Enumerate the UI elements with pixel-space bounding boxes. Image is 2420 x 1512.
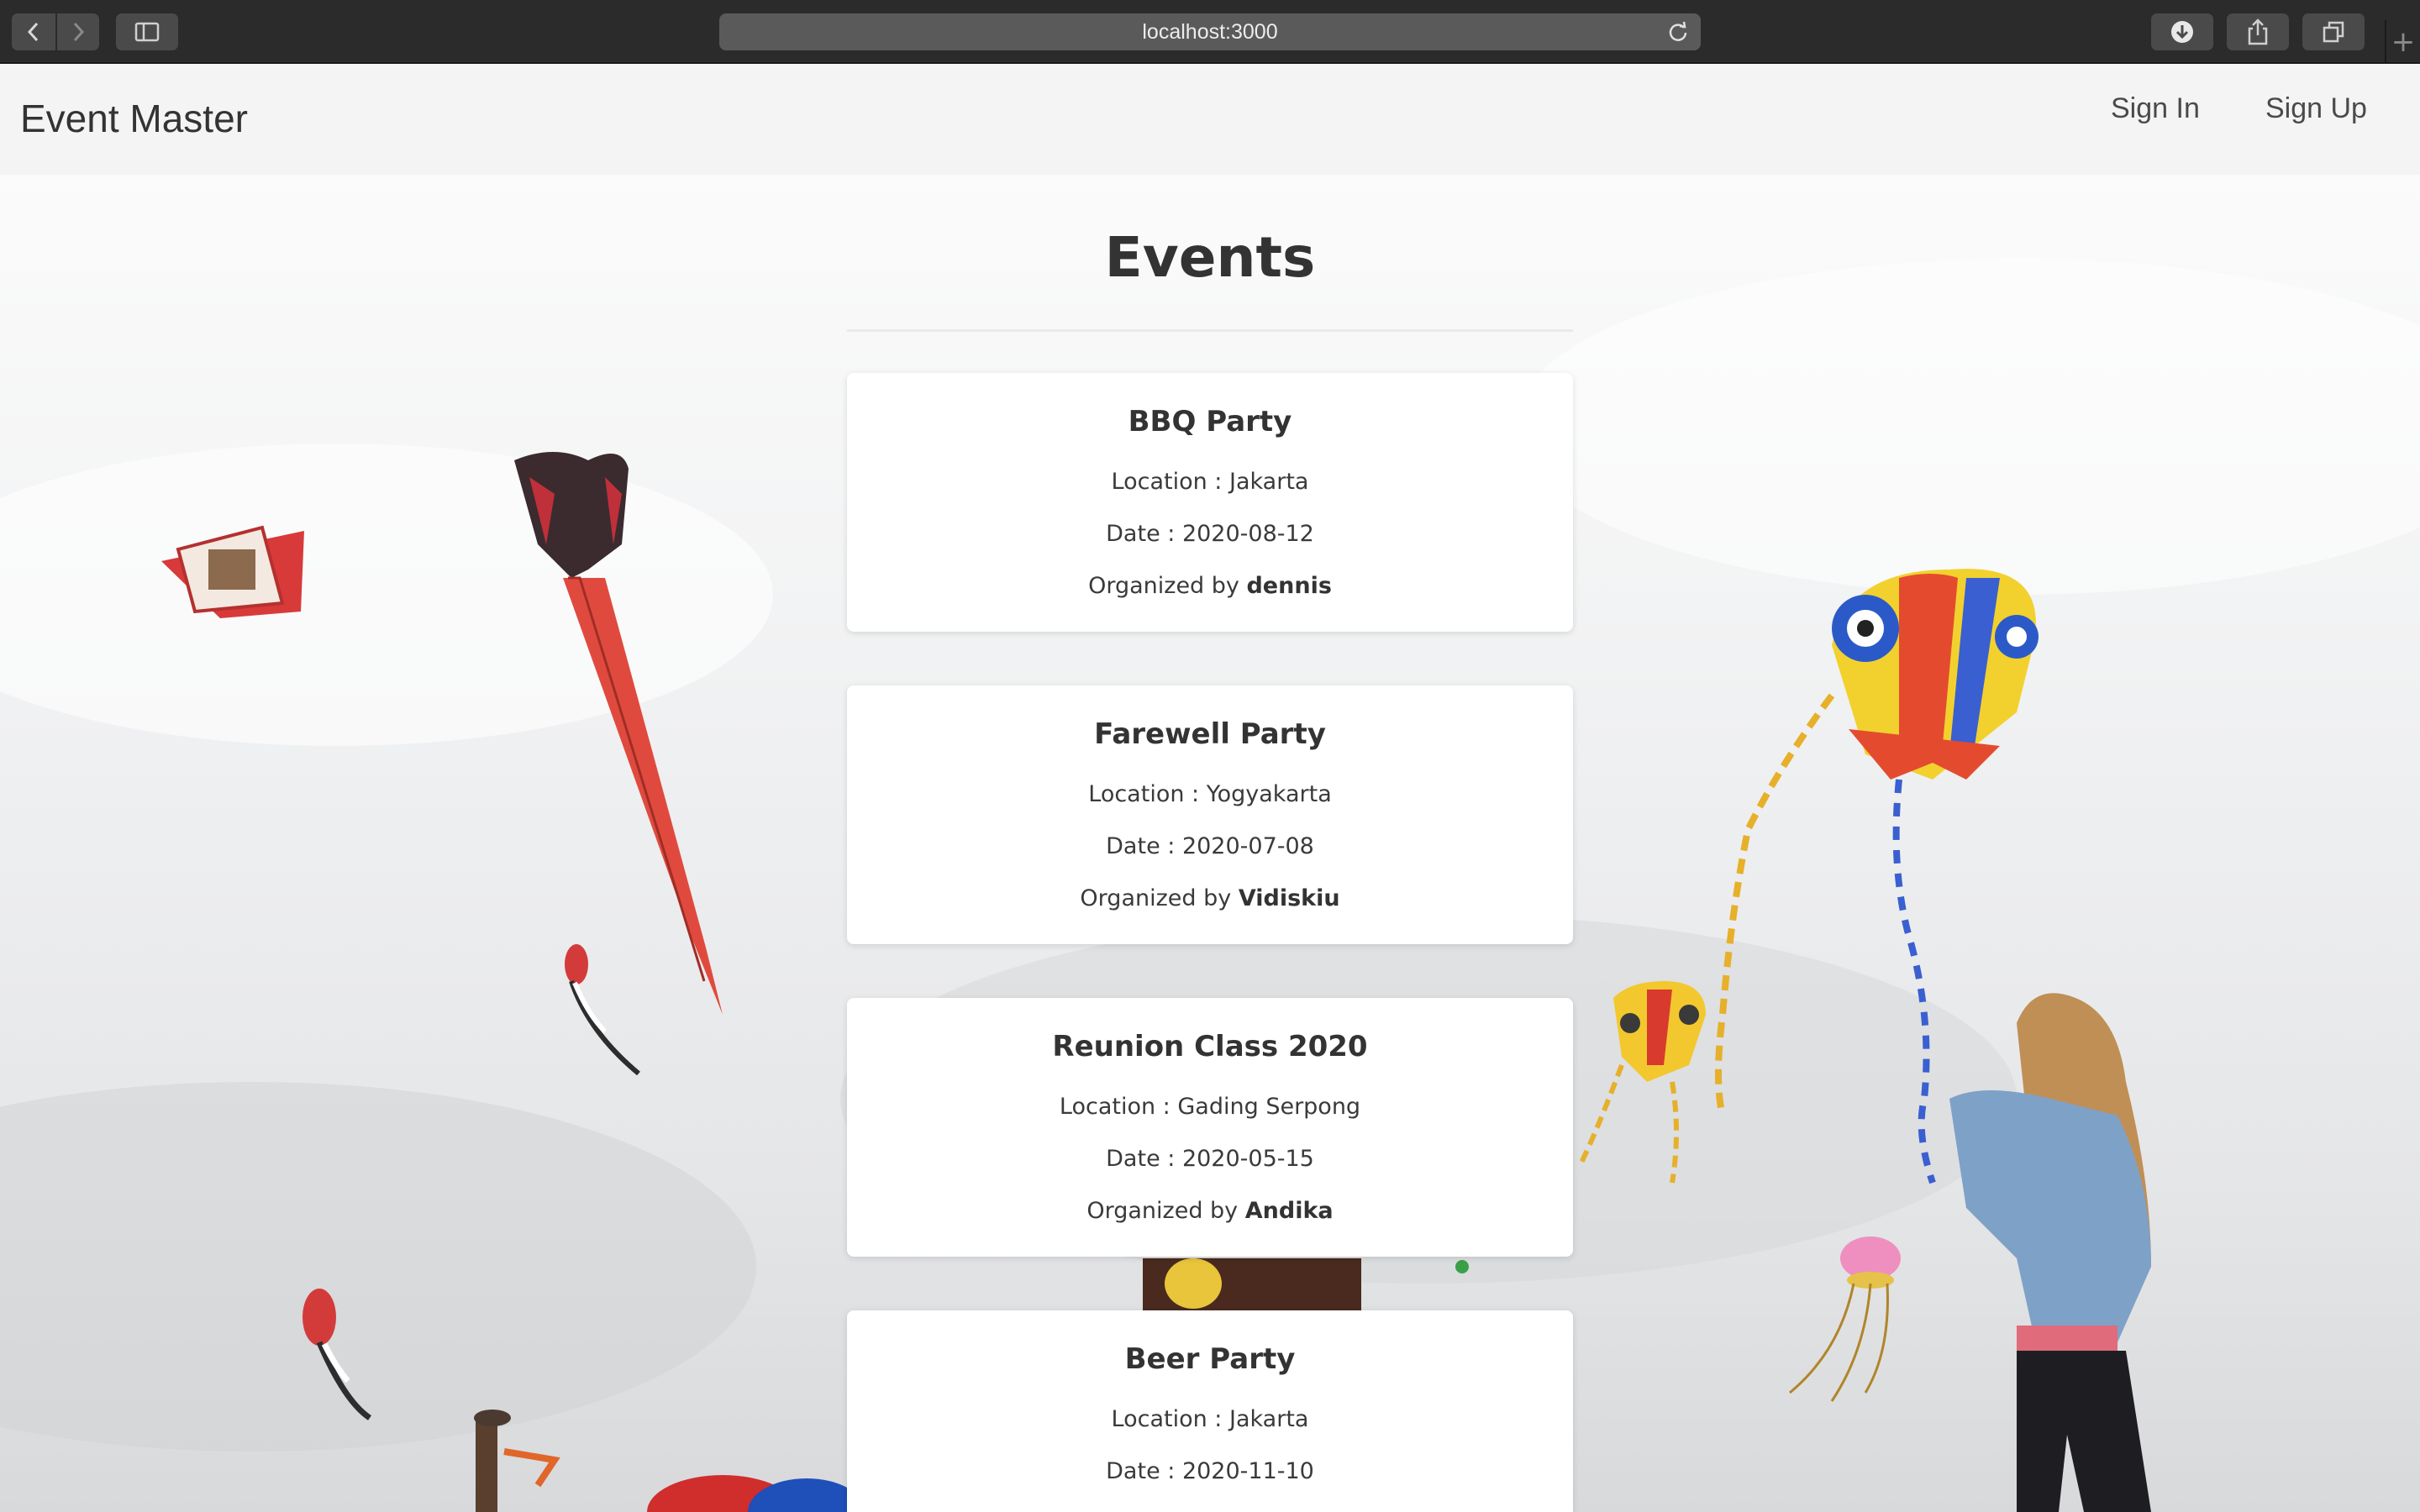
event-card[interactable]: Farewell Party Location : Yogyakarta Dat… [847, 685, 1573, 944]
tabs-button[interactable] [2302, 13, 2365, 50]
event-card[interactable]: Reunion Class 2020 Location : Gading Ser… [847, 998, 1573, 1257]
event-organizer: Organized by Andika [1086, 1198, 1334, 1224]
page-title: Events [1104, 225, 1316, 290]
sign-in-link[interactable]: Sign In [2111, 92, 2200, 125]
event-organizer: Organized by Vidiskiu [1080, 885, 1340, 911]
sidebar-icon [134, 22, 160, 42]
title-divider [847, 329, 1573, 332]
reload-icon[interactable] [1667, 21, 1689, 46]
events-content: Events BBQ Party Location : Jakarta Date… [847, 175, 1573, 1512]
event-card[interactable]: BBQ Party Location : Jakarta Date : 2020… [847, 373, 1573, 632]
event-title[interactable]: Farewell Party [847, 717, 1573, 751]
event-title[interactable]: BBQ Party [847, 405, 1573, 438]
share-button[interactable] [2227, 13, 2289, 50]
share-icon [2248, 18, 2268, 45]
event-date: Date : 2020-07-08 [1106, 833, 1314, 859]
tabs-icon [2323, 21, 2344, 43]
event-organizer: Organized by dennis [1088, 573, 1332, 599]
brand-logo[interactable]: Event Master [20, 96, 248, 141]
kite-jellyfish [1789, 1236, 1901, 1402]
event-location: Location : Jakarta [1111, 469, 1309, 495]
download-button[interactable] [2151, 13, 2213, 50]
event-location: Location : Jakarta [1111, 1406, 1309, 1432]
event-title[interactable]: Beer Party [847, 1342, 1573, 1376]
new-tab-icon[interactable]: + [2385, 20, 2420, 64]
download-icon [2171, 21, 2193, 43]
browser-toolbar: localhost:3000 + [0, 0, 2420, 64]
event-card[interactable]: Beer Party Location : Jakarta Date : 202… [847, 1310, 1573, 1512]
kite-small-sock [565, 944, 640, 1076]
event-location: Location : Yogyakarta [1088, 781, 1332, 807]
event-location: Location : Gading Serpong [1059, 1094, 1361, 1120]
url-text: localhost:3000 [1142, 19, 1278, 44]
back-button[interactable] [12, 13, 55, 50]
sign-up-link[interactable]: Sign Up [2265, 92, 2367, 125]
forward-icon [73, 22, 85, 42]
sidebar-button[interactable] [116, 13, 178, 50]
forward-button[interactable] [57, 13, 99, 50]
event-date: Date : 2020-05-15 [1106, 1146, 1314, 1172]
event-title[interactable]: Reunion Class 2020 [847, 1030, 1573, 1063]
address-bar[interactable]: localhost:3000 [719, 13, 1701, 50]
event-date: Date : 2020-08-12 [1106, 521, 1314, 547]
back-icon [27, 22, 39, 42]
event-date: Date : 2020-11-10 [1106, 1458, 1314, 1484]
navbar: Event Master Sign In Sign Up [0, 64, 2420, 175]
